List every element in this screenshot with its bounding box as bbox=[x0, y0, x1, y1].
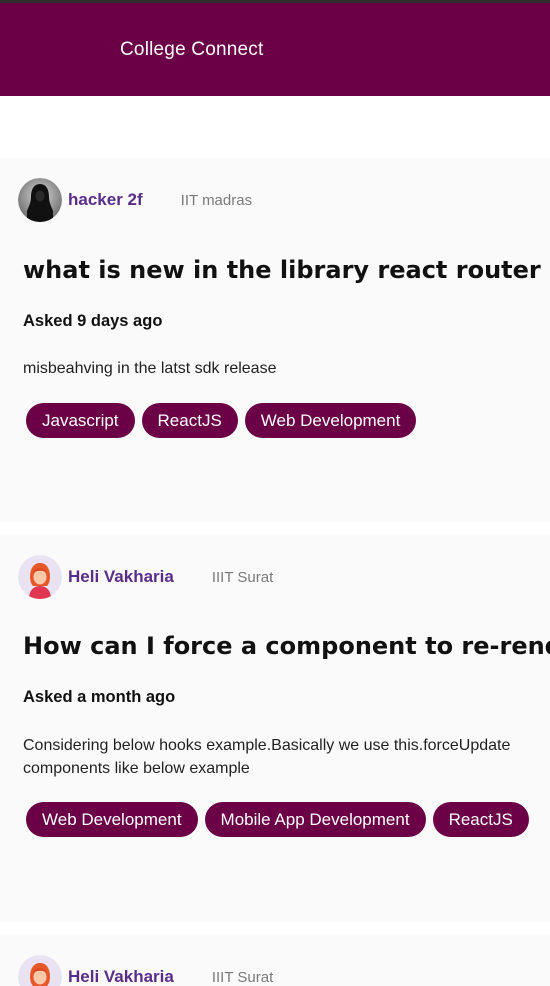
avatar[interactable] bbox=[18, 955, 62, 986]
author-row: Heli Vakharia IIIT Surat bbox=[18, 555, 273, 599]
tag-chip[interactable]: Web Development bbox=[26, 802, 198, 837]
question-title[interactable]: what is new in the library react router … bbox=[23, 256, 550, 284]
avatar[interactable] bbox=[18, 178, 62, 222]
tag-chip[interactable]: Mobile App Development bbox=[204, 802, 426, 837]
hooded-figure-avatar-icon bbox=[18, 178, 62, 222]
question-title[interactable]: How can I force a component to re-render bbox=[23, 632, 550, 660]
question-card[interactable]: hacker 2f IIT madras what is new in the … bbox=[0, 158, 550, 522]
question-card[interactable]: Heli Vakharia IIIT Surat bbox=[0, 935, 550, 986]
tag-list: Javascript ReactJS Web Development bbox=[26, 403, 417, 438]
avatar[interactable] bbox=[18, 555, 62, 599]
author-college: IIIT Surat bbox=[211, 568, 274, 586]
question-description: misbeahving in the latst sdk release bbox=[23, 360, 277, 377]
author-name[interactable]: hacker 2f bbox=[68, 190, 143, 210]
question-card[interactable]: Heli Vakharia IIIT Surat How can I force… bbox=[0, 535, 550, 922]
tag-chip[interactable]: Web Development bbox=[244, 403, 417, 438]
app-header: College Connect bbox=[0, 3, 550, 96]
author-row: Heli Vakharia IIIT Surat bbox=[18, 955, 273, 986]
female-avatar-icon bbox=[18, 955, 62, 986]
author-college: IIIT Surat bbox=[211, 968, 274, 986]
author-row: hacker 2f IIT madras bbox=[18, 178, 252, 222]
asked-time: Asked a month ago bbox=[23, 688, 176, 706]
question-description: Considering below hooks example.Basicall… bbox=[23, 737, 511, 777]
tag-chip[interactable]: ReactJS bbox=[432, 802, 529, 837]
app-title[interactable]: College Connect bbox=[120, 39, 263, 61]
author-name[interactable]: Heli Vakharia bbox=[68, 967, 174, 986]
asked-time: Asked 9 days ago bbox=[23, 312, 163, 330]
tag-chip[interactable]: Javascript bbox=[26, 403, 135, 438]
female-avatar-icon bbox=[18, 555, 62, 599]
tag-chip[interactable]: ReactJS bbox=[141, 403, 238, 438]
tag-list: Web Development Mobile App Development R… bbox=[26, 802, 529, 837]
author-name[interactable]: Heli Vakharia bbox=[68, 567, 174, 587]
author-college: IIT madras bbox=[180, 191, 253, 209]
